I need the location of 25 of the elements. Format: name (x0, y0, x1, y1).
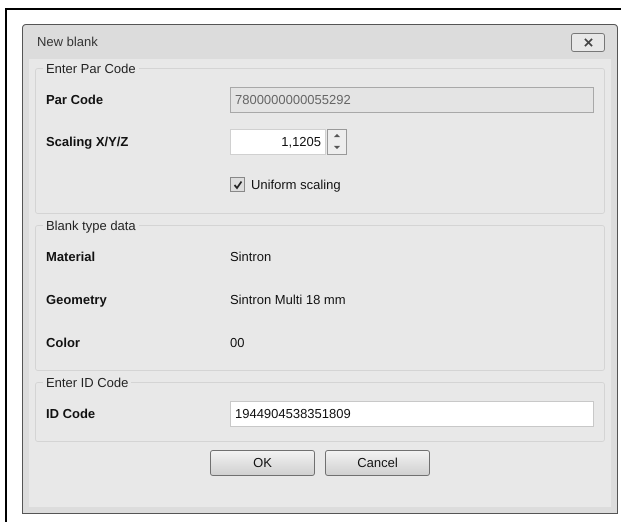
number-field[interactable]: 1,1205 (230, 128, 326, 154)
field-value: Sintron (230, 248, 272, 266)
dialog-button[interactable]: Cancel (325, 450, 430, 476)
close-icon (584, 38, 592, 46)
dialog-button[interactable]: OK (210, 450, 315, 476)
field-label: Material (46, 248, 96, 266)
check-icon (232, 180, 242, 190)
checkbox-label: Uniform scaling (251, 176, 341, 194)
close-button[interactable] (571, 32, 605, 52)
field-label: Geometry (46, 290, 108, 309)
up-arrow-icon (333, 133, 341, 138)
down-arrow-icon (333, 145, 341, 150)
group-title: Enter ID Code (45, 374, 130, 392)
checkbox[interactable] (230, 177, 245, 192)
field-label: Color (46, 334, 81, 352)
window-title: New blank (37, 33, 98, 52)
group-title: Enter Par Code (45, 60, 137, 78)
group-title: Blank type data (45, 216, 137, 235)
field-value: Sintron Multi 18 mm (230, 290, 346, 309)
field-label: ID Code (46, 404, 96, 423)
field-label: Par Code (46, 90, 104, 109)
field-label: Scaling X/Y/Z (46, 132, 130, 151)
spinner-buttons[interactable] (327, 128, 347, 154)
text-field[interactable]: 1944904538351809 (230, 400, 594, 426)
field-value: 00 (230, 334, 244, 352)
